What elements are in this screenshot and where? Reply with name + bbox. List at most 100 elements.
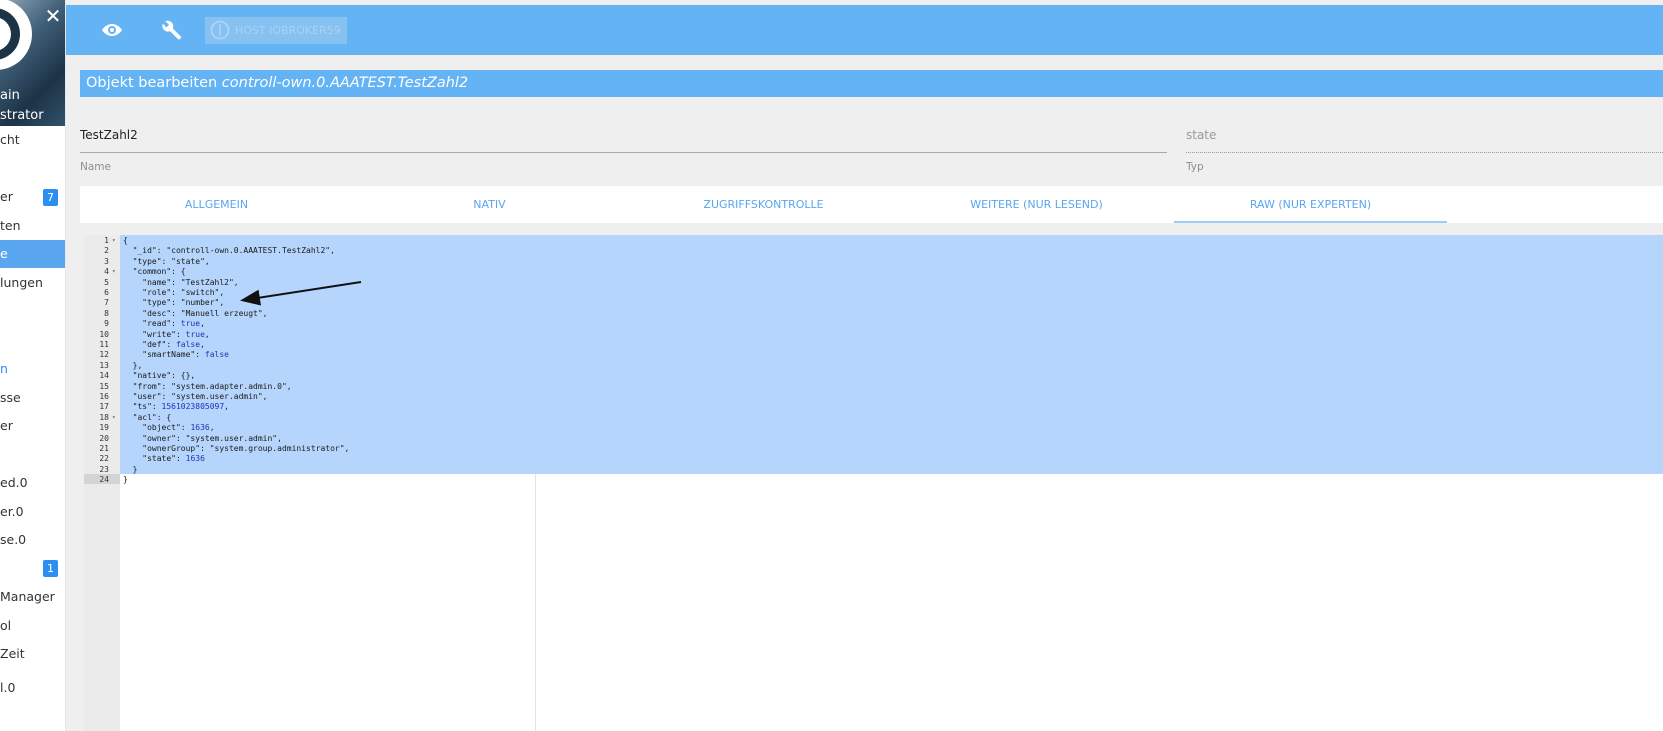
json-editor[interactable]: 1 ▾ 2 3 4 ▾ 5 6 7 8 9 10 11 12 13 14 15 16 17 18 ▾ 19 20 21 22 23… bbox=[84, 235, 1663, 731]
code-line: "name": "TestZahl2", bbox=[123, 277, 239, 287]
code-line: "smartName": false bbox=[123, 350, 229, 360]
code-line: "user": "system.user.admin", bbox=[123, 392, 268, 401]
line-number: 23 bbox=[99, 464, 109, 474]
sidebar-item-overview[interactable]: cht bbox=[0, 126, 65, 154]
line-number: 9 bbox=[104, 319, 109, 329]
code-line: "native": {}, bbox=[123, 371, 196, 381]
code-line: "ts": 1561023805097, bbox=[123, 402, 229, 412]
user-name: ain bbox=[0, 88, 20, 103]
line-number: 8 bbox=[104, 308, 109, 318]
code-line: "def": false, bbox=[123, 340, 205, 349]
type-field-label: Typ bbox=[1186, 161, 1204, 173]
line-number: 16 bbox=[99, 392, 109, 401]
code-line: { bbox=[123, 236, 128, 245]
sidebar-item-label: lungen bbox=[0, 275, 43, 290]
tab-further-readonly[interactable]: WEITERE (NUR LESEND) bbox=[900, 186, 1173, 223]
sidebar-item-instances[interactable]: ten bbox=[0, 212, 65, 240]
dialog-title: Objekt bearbeiten controll-own.0.AAATEST… bbox=[80, 70, 1663, 97]
sidebar-item-label: e bbox=[0, 246, 8, 261]
line-number: 2 bbox=[104, 246, 109, 256]
close-icon[interactable]: ✕ bbox=[43, 6, 63, 26]
sidebar: ✕ ain strator cht er 7 ten e lungen n ss… bbox=[0, 0, 66, 731]
user-role: strator bbox=[0, 108, 44, 123]
iobroker-logo bbox=[0, 0, 32, 70]
sidebar-item-label: l.0 bbox=[0, 680, 16, 695]
sidebar-item-label: Manager bbox=[0, 589, 55, 604]
tab-raw-experts[interactable]: RAW (NUR EXPERTEN) bbox=[1174, 186, 1447, 223]
fold-toggle-icon[interactable]: ▾ bbox=[112, 413, 116, 423]
sidebar-item-instance-4[interactable]: l.0 bbox=[0, 674, 65, 702]
code-line: "role": "switch", bbox=[123, 288, 225, 297]
text-selection bbox=[120, 235, 1663, 474]
line-number: 6 bbox=[104, 288, 109, 297]
sidebar-header: ✕ ain strator bbox=[0, 0, 65, 126]
code-line: "type": "state", bbox=[123, 256, 210, 266]
line-number: 7 bbox=[104, 298, 109, 308]
object-id: controll-own.0.AAATEST.TestZahl2 bbox=[221, 75, 469, 91]
sidebar-item-label: Zeit bbox=[0, 646, 25, 661]
line-number: 1 bbox=[104, 236, 109, 245]
eye-icon[interactable] bbox=[100, 18, 124, 42]
wrench-icon[interactable] bbox=[160, 18, 184, 42]
dialog-title-prefix: Objekt bearbeiten bbox=[86, 75, 218, 91]
sidebar-item-label: ten bbox=[0, 218, 21, 233]
sidebar-item-users[interactable]: er bbox=[0, 412, 65, 440]
line-number: 17 bbox=[99, 402, 109, 412]
line-number: 14 bbox=[99, 371, 109, 381]
host-selector[interactable]: HOST IOBROKER59 bbox=[205, 17, 347, 44]
code-line: "type": "number", bbox=[123, 298, 225, 308]
sidebar-item-protocol[interactable]: ol bbox=[0, 612, 65, 640]
line-number: 20 bbox=[99, 433, 109, 443]
sidebar-item-events[interactable]: sse bbox=[0, 384, 65, 412]
sidebar-item-instance-1[interactable]: ed.0 bbox=[0, 469, 65, 497]
line-number: 22 bbox=[99, 454, 109, 464]
line-number: 12 bbox=[99, 350, 109, 360]
tab-native[interactable]: NATIV bbox=[353, 186, 626, 223]
sidebar-item-label: sse bbox=[0, 390, 21, 405]
code-line: "owner": "system.user.admin", bbox=[123, 433, 282, 443]
top-bar: HOST IOBROKER59 bbox=[66, 5, 1663, 55]
fold-toggle-icon[interactable]: ▾ bbox=[112, 267, 116, 277]
sidebar-item-log[interactable]: n bbox=[0, 355, 65, 383]
name-field-underline bbox=[80, 152, 1167, 153]
line-number: 24 bbox=[99, 475, 109, 485]
tab-general[interactable]: ALLGEMEIN bbox=[80, 186, 353, 223]
code-line: } bbox=[123, 475, 128, 485]
line-number: 18 bbox=[99, 412, 109, 422]
line-number: 3 bbox=[104, 256, 109, 266]
code-line: }, bbox=[123, 360, 143, 370]
name-field[interactable]: TestZahl2 bbox=[80, 128, 138, 142]
code-line: "from": "system.adapter.admin.0", bbox=[123, 381, 292, 391]
code-line: "acl": { bbox=[123, 412, 172, 422]
adapter-count-badge: 7 bbox=[43, 189, 58, 206]
power-icon bbox=[210, 20, 230, 40]
name-field-label: Name bbox=[80, 161, 111, 173]
tab-access-control[interactable]: ZUGRIFFSKONTROLLE bbox=[627, 186, 900, 223]
fold-toggle-icon[interactable]: ▾ bbox=[112, 236, 116, 246]
sidebar-item-label: n bbox=[0, 361, 8, 376]
code-line: "ownerGroup": "system.group.administrato… bbox=[123, 444, 350, 453]
sidebar-item-instance-3[interactable]: se.0 bbox=[0, 526, 65, 554]
sidebar-item-label: ol bbox=[0, 618, 12, 633]
line-number: 11 bbox=[99, 340, 109, 349]
code-line: "object": 1636, bbox=[123, 423, 215, 433]
host-label: HOST IOBROKER59 bbox=[235, 24, 341, 37]
line-number: 10 bbox=[99, 329, 109, 339]
code-line: "state": 1636 bbox=[123, 454, 205, 464]
line-number: 5 bbox=[104, 277, 109, 287]
code-line: "desc": "Manuell erzeugt", bbox=[123, 308, 268, 318]
sidebar-item-manager[interactable]: Manager bbox=[0, 583, 65, 611]
sidebar-item-objects[interactable]: e bbox=[0, 240, 65, 268]
line-number: 4 bbox=[104, 267, 109, 277]
sidebar-item-enums[interactable]: lungen bbox=[0, 269, 65, 297]
sidebar-item-time[interactable]: Zeit bbox=[0, 640, 65, 668]
print-margin bbox=[535, 474, 536, 731]
type-field: state bbox=[1186, 128, 1217, 142]
line-number: 15 bbox=[99, 381, 109, 391]
code-line: } bbox=[123, 464, 138, 474]
sidebar-item-instance-2[interactable]: er.0 bbox=[0, 498, 65, 526]
code-line: "_id": "controll-own.0.AAATEST.TestZahl2… bbox=[123, 246, 335, 256]
sidebar-item-label: er.0 bbox=[0, 504, 24, 519]
sidebar-item-label: se.0 bbox=[0, 532, 27, 547]
tab-bar: ALLGEMEIN NATIV ZUGRIFFSKONTROLLE WEITER… bbox=[80, 186, 1663, 223]
